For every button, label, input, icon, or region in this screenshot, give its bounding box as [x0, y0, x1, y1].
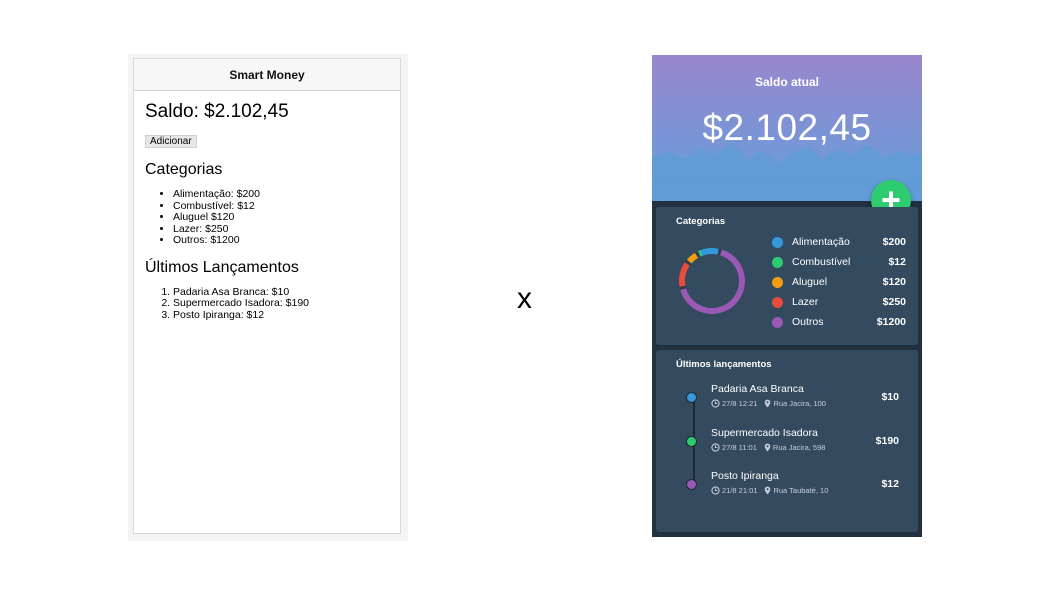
transaction-time: 21/8 21:01 — [722, 486, 758, 495]
transaction-meta: 27/8 11:01 Rua Jacira, 598 — [711, 443, 825, 452]
clock-icon — [711, 486, 720, 495]
category-row[interactable]: Aluguel $120 — [772, 275, 906, 289]
category-value: $250 — [882, 296, 906, 308]
timeline-dot — [686, 479, 697, 490]
category-name: Lazer — [792, 296, 819, 308]
transaction-place: Rua Jacira, 598 — [772, 443, 826, 452]
app-title: Smart Money — [229, 67, 305, 82]
category-value: $12 — [888, 256, 906, 268]
category-row[interactable]: Alimentação $200 — [772, 235, 906, 249]
balance-heading: Saldo: $2.102,45 — [145, 101, 289, 122]
categories-heading: Categorias — [145, 161, 223, 178]
transaction-time: 27/8 11:01 — [722, 443, 757, 452]
list-item: Alimentação: $200 — [173, 188, 389, 201]
timeline-dot — [686, 392, 697, 403]
balance-amount: $2.102,45 — [702, 107, 872, 148]
plain-content: Saldo: $2.102,45 Adicionar Categorias Al… — [134, 91, 400, 329]
categories-card: Categorias Alimentação $200 Combustível … — [656, 207, 918, 345]
recent-list: Padaria Asa Branca: $10 Supermercado Isa… — [145, 286, 389, 322]
category-color-dot — [772, 316, 783, 328]
donut-segment-1 — [697, 250, 703, 257]
category-row[interactable]: Combustível $12 — [772, 255, 906, 269]
categories-donut-chart — [679, 248, 745, 314]
transaction-name: Padaria Asa Branca — [711, 383, 804, 395]
location-pin-icon — [764, 443, 771, 452]
donut-segment-3 — [679, 262, 690, 287]
category-value: $1200 — [876, 316, 906, 328]
list-item: Outros: $1200 — [173, 234, 389, 247]
add-button[interactable]: Adicionar — [145, 135, 197, 148]
list-item: Aluguel $120 — [173, 211, 389, 224]
donut-segments — [679, 248, 745, 314]
category-row[interactable]: Lazer $250 — [772, 295, 906, 309]
plain-mockup-screen: Smart Money Saldo: $2.102,45 Adicionar C… — [133, 58, 401, 534]
categories-list: Alimentação: $200 Combustível: $12 Alugu… — [145, 188, 389, 247]
clock-icon — [711, 443, 720, 452]
category-name: Outros — [792, 316, 824, 328]
list-item: Posto Ipiranga: $12 — [173, 309, 389, 322]
styled-mockup-screen: Saldo atual $2.102,45 Categorias Aliment… — [652, 55, 922, 537]
transaction-value: $12 — [881, 478, 899, 490]
timeline-dot — [686, 436, 697, 447]
category-row[interactable]: Outros $1200 — [772, 315, 906, 329]
category-value: $120 — [882, 276, 906, 288]
category-color-dot — [772, 296, 783, 308]
category-color-dot — [772, 256, 783, 268]
category-value: $200 — [882, 236, 906, 248]
comparison-separator: x — [517, 282, 532, 315]
recent-transactions-card: Últimos lançamentos Padaria Asa Branca 2… — [656, 350, 918, 532]
location-pin-icon — [765, 486, 771, 495]
list-item: Supermercado Isadora: $190 — [173, 297, 389, 310]
donut-segment-2 — [686, 252, 699, 264]
category-color-dot — [772, 276, 783, 288]
transaction-name: Supermercado Isadora — [711, 427, 818, 439]
category-name: Combustível — [792, 256, 851, 268]
transaction-row[interactable]: Supermercado Isadora 27/8 11:01 Rua Jaci… — [656, 427, 918, 463]
location-pin-icon — [765, 399, 771, 408]
category-name: Alimentação — [792, 236, 850, 248]
transaction-meta: 27/8 12:21 Rua Jacira, 100 — [711, 399, 826, 408]
recent-heading: Últimos Lançamentos — [145, 258, 299, 276]
transaction-value: $190 — [875, 435, 899, 447]
clock-icon — [711, 399, 720, 408]
transaction-row[interactable]: Padaria Asa Branca 27/8 12:21 Rua Jacira… — [656, 383, 918, 419]
transaction-name: Posto Ipiranga — [711, 470, 779, 482]
balance-hero: Saldo atual $2.102,45 — [652, 55, 922, 201]
transaction-place: Rua Jacira, 100 — [773, 399, 826, 408]
transaction-value: $10 — [881, 391, 899, 403]
balance-label: Saldo atual — [754, 75, 819, 89]
transaction-meta: 21/8 21:01 Rua Taubaté, 10 — [711, 486, 828, 495]
categories-title: Categorias — [676, 216, 726, 227]
category-name: Aluguel — [792, 276, 828, 288]
app-header: Smart Money — [134, 59, 400, 91]
transaction-place: Rua Taubaté, 10 — [773, 486, 829, 495]
transaction-time: 27/8 12:21 — [722, 399, 758, 408]
donut-segment-0 — [699, 248, 719, 257]
transaction-row[interactable]: Posto Ipiranga 21/8 21:01 Rua Taubaté, 1… — [656, 470, 918, 506]
recent-title: Últimos lançamentos — [676, 359, 772, 370]
category-color-dot — [772, 236, 783, 248]
